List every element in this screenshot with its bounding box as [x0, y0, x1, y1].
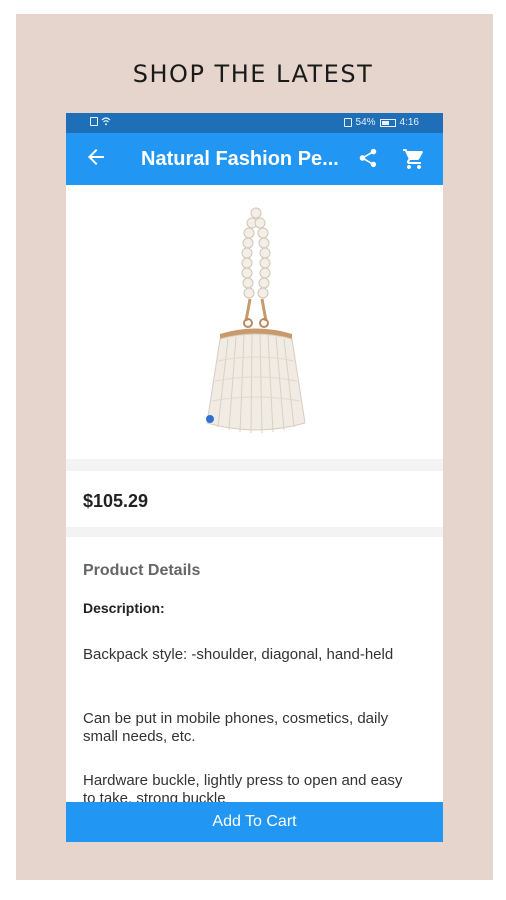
status-right-icons: 54% 4:16 [343, 117, 419, 128]
share-icon[interactable] [357, 147, 379, 169]
vibrate-icon [343, 118, 352, 127]
app-bar: Natural Fashion Pe... [66, 133, 443, 185]
battery-percent: 54% [355, 117, 376, 128]
wifi-icon [101, 117, 111, 126]
product-image[interactable] [176, 201, 336, 446]
product-details-heading: Product Details [83, 562, 201, 579]
status-left-icons [90, 117, 111, 126]
product-price: $105.29 [83, 491, 149, 511]
status-bar: 54% 4:16 [66, 113, 443, 133]
cart-icon[interactable] [402, 147, 426, 171]
battery-icon [379, 118, 396, 127]
status-time: 4:16 [399, 117, 419, 128]
back-arrow-icon[interactable] [84, 145, 108, 169]
section-divider [66, 527, 443, 537]
description-label: Description: [83, 600, 165, 616]
phone-screen: 54% 4:16 Natural Fashion Pe... $105.29 P… [66, 113, 443, 842]
section-divider [66, 459, 443, 471]
sim-icon [90, 117, 98, 126]
add-to-cart-button[interactable]: Add To Cart [66, 802, 443, 842]
description-paragraph: Can be put in mobile phones, cosmetics, … [83, 710, 389, 745]
description-paragraph: Backpack style: -shoulder, diagonal, han… [83, 646, 394, 663]
page-title: Natural Fashion Pe... [141, 148, 339, 170]
promo-headline: SHOP THE LATEST [132, 60, 374, 88]
